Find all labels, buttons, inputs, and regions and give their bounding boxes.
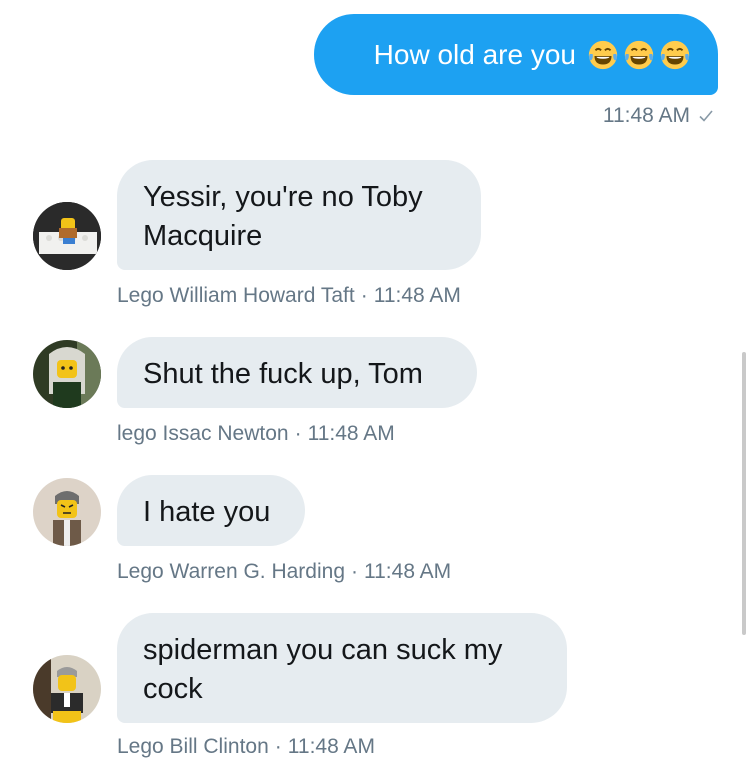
message-line: Macquire [143, 220, 263, 252]
outgoing-message-bubble[interactable]: How old are you [314, 14, 718, 95]
message-line: I hate you [143, 496, 271, 528]
laughing-tears-emoji [660, 40, 690, 69]
checkmark-icon [699, 110, 713, 122]
message-line: spiderman you can suck my [143, 634, 503, 666]
message-meta: Lego William Howard Taft · 11:48 AM [117, 284, 461, 308]
avatar[interactable] [33, 340, 101, 408]
conversation-view: How old are you 11:48 AM Yessir, you're … [0, 0, 750, 771]
laughing-tears-emoji [624, 40, 654, 69]
message-line: Shut the fuck up, Tom [143, 358, 423, 390]
sender-name[interactable]: Lego Warren G. Harding [117, 560, 345, 583]
avatar-image [33, 655, 101, 723]
incoming-message-bubble[interactable]: Yessir, you're no Toby Macquire [117, 160, 481, 270]
emoji-group [586, 38, 692, 72]
message-timestamp: 11:48 AM [373, 284, 461, 307]
meta-separator: · [351, 560, 358, 583]
message-timestamp: 11:48 AM [287, 735, 375, 758]
meta-separator: · [294, 422, 302, 445]
avatar[interactable] [33, 655, 101, 723]
message-meta: Lego Warren G. Harding · 11:48 AM [117, 560, 451, 584]
message-line: cock [143, 673, 203, 705]
incoming-message-bubble[interactable]: spiderman you can suck my cock [117, 613, 567, 723]
message-timestamp: 11:48 AM [307, 422, 395, 445]
message-line: Yessir, you're no Toby [143, 181, 423, 213]
outgoing-timestamp: 11:48 AM [602, 104, 690, 127]
sender-name[interactable]: Lego Bill Clinton [117, 735, 269, 758]
message-meta: Lego Bill Clinton · 11:48 AM [117, 735, 375, 759]
avatar[interactable] [33, 202, 101, 270]
outgoing-message-text: How old are you [373, 38, 576, 70]
avatar-image [33, 340, 101, 408]
sender-name[interactable]: Lego William Howard Taft [117, 284, 355, 307]
sender-name[interactable]: lego Issac Newton [117, 422, 289, 445]
avatar-image [33, 202, 101, 270]
meta-separator: · [274, 735, 282, 758]
scrollbar[interactable] [742, 352, 746, 635]
message-meta: lego Issac Newton · 11:48 AM [117, 422, 395, 446]
avatar[interactable] [33, 478, 101, 546]
incoming-message-bubble[interactable]: Shut the fuck up, Tom [117, 337, 477, 408]
incoming-message-bubble[interactable]: I hate you [117, 475, 305, 546]
avatar-image [33, 478, 101, 546]
outgoing-message-meta: 11:48 AM [603, 104, 714, 128]
message-timestamp: 11:48 AM [364, 560, 452, 583]
meta-separator: · [360, 284, 368, 307]
laughing-tears-emoji [588, 40, 618, 69]
